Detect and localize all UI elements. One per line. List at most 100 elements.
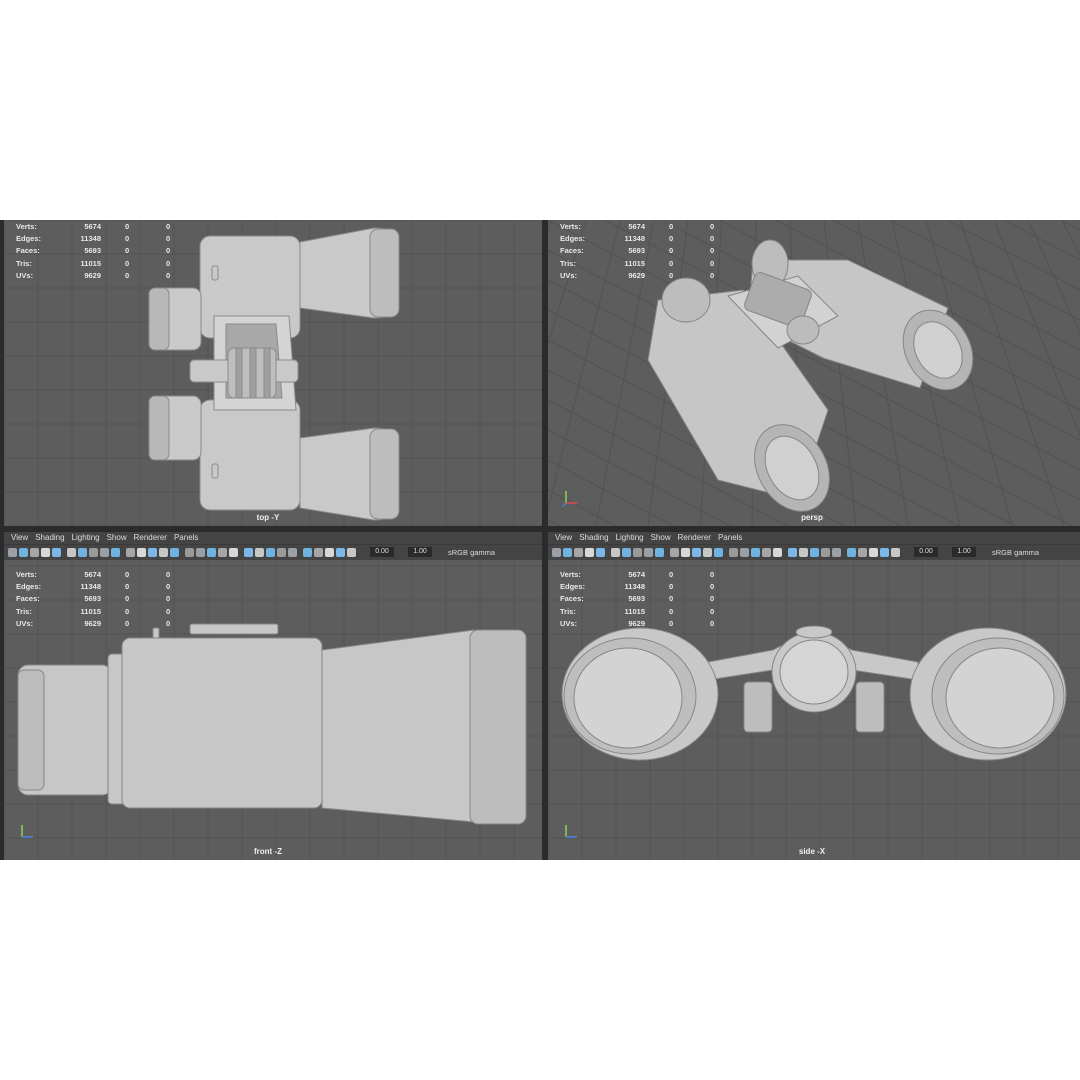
stat-row: Tris: 11015 0 0: [16, 259, 176, 271]
toolbar-tool-icon[interactable]: [314, 548, 323, 557]
stat-v3: 0: [166, 582, 171, 592]
stat-v2: 0: [125, 606, 130, 616]
toolbar-tool-icon[interactable]: [611, 548, 620, 557]
panel-menu-renderer[interactable]: Renderer: [678, 532, 711, 544]
stat-v3: 0: [710, 606, 715, 616]
toolbar-tool-icon[interactable]: [78, 548, 87, 557]
toolbar-tool-icon[interactable]: [41, 548, 50, 557]
panel-menu-lighting[interactable]: Lighting: [616, 532, 644, 544]
stat-v1: 9629: [84, 618, 101, 628]
toolbar-tool-icon[interactable]: [148, 548, 157, 557]
stat-v2: 0: [125, 594, 130, 604]
stat-v1: 5693: [84, 594, 101, 604]
panel-menu-panels[interactable]: Panels: [174, 532, 198, 544]
exposure-field[interactable]: 0.00: [370, 547, 394, 557]
toolbar-tool-icon[interactable]: [303, 548, 312, 557]
toolbar-tool-icon[interactable]: [574, 548, 583, 557]
toolbar-tool-icon[interactable]: [832, 548, 841, 557]
toolbar-tool-icon[interactable]: [137, 548, 146, 557]
toolbar-tool-icon[interactable]: [100, 548, 109, 557]
toolbar-tool-icon[interactable]: [19, 548, 28, 557]
toolbar-tool-icon[interactable]: [633, 548, 642, 557]
toolbar-tool-icon[interactable]: [788, 548, 797, 557]
viewport-persp[interactable]: Verts: 5674 0 0 Edges: 11348 0 0 Faces: 5693 0 0 Tri…: [548, 220, 1080, 526]
color-space-label[interactable]: sRGB gamma: [448, 547, 495, 558]
viewport-side[interactable]: View Shading Lighting Show Renderer Panels 0.…: [548, 532, 1080, 860]
toolbar-tool-icon[interactable]: [111, 548, 120, 557]
toolbar-tool-icon[interactable]: [89, 548, 98, 557]
toolbar-tool-icon[interactable]: [159, 548, 168, 557]
toolbar-tool-icon[interactable]: [681, 548, 690, 557]
toolbar-tool-icon[interactable]: [218, 548, 227, 557]
stat-label: Faces:: [560, 594, 584, 604]
toolbar-tool-icon[interactable]: [644, 548, 653, 557]
panel-menu-renderer[interactable]: Renderer: [134, 532, 167, 544]
panel-menu-view[interactable]: View: [555, 532, 572, 544]
toolbar-tool-icon[interactable]: [277, 548, 286, 557]
stat-v2: 0: [125, 618, 130, 628]
panel-menu-show[interactable]: Show: [107, 532, 127, 544]
toolbar-tool-icon[interactable]: [244, 548, 253, 557]
toolbar-tool-icon[interactable]: [751, 548, 760, 557]
stat-v3: 0: [710, 258, 715, 268]
toolbar-tool-icon[interactable]: [762, 548, 771, 557]
toolbar-tool-icon[interactable]: [670, 548, 679, 557]
panel-menu-shading[interactable]: Shading: [579, 532, 608, 544]
toolbar-tool-icon[interactable]: [325, 548, 334, 557]
toolbar-tool-icon[interactable]: [30, 548, 39, 557]
toolbar-tool-icon[interactable]: [655, 548, 664, 557]
viewport-label: top -Y: [256, 513, 280, 522]
toolbar-tool-icon[interactable]: [714, 548, 723, 557]
stat-label: Faces:: [16, 246, 40, 256]
toolbar-tool-icon[interactable]: [52, 548, 61, 557]
toolbar-tool-icon[interactable]: [336, 548, 345, 557]
gamma-field[interactable]: 1.00: [952, 547, 976, 557]
toolbar-tool-icon[interactable]: [552, 548, 561, 557]
toolbar-tool-icon[interactable]: [347, 548, 356, 557]
viewport-top[interactable]: Verts: 5674 0 0 Edges: 11348 0 0 Faces: 5693 0 0 Tri…: [4, 220, 542, 526]
stat-label: Tris:: [560, 258, 576, 268]
toolbar-tool-icon[interactable]: [266, 548, 275, 557]
toolbar-tool-icon[interactable]: [847, 548, 856, 557]
toolbar-tool-icon[interactable]: [255, 548, 264, 557]
panel-menu-lighting[interactable]: Lighting: [72, 532, 100, 544]
toolbar-tool-icon[interactable]: [170, 548, 179, 557]
viewport-front[interactable]: View Shading Lighting Show Renderer Panels 0.…: [4, 532, 542, 860]
toolbar-tool-icon[interactable]: [821, 548, 830, 557]
stat-label: Verts:: [16, 222, 37, 231]
gamma-field[interactable]: 1.00: [408, 547, 432, 557]
panel-menu-show[interactable]: Show: [651, 532, 671, 544]
stat-row: UVs: 9629 0 0: [16, 271, 176, 283]
toolbar-tool-icon[interactable]: [596, 548, 605, 557]
toolbar-tool-icon[interactable]: [810, 548, 819, 557]
toolbar-tool-icon[interactable]: [799, 548, 808, 557]
exposure-field[interactable]: 0.00: [914, 547, 938, 557]
toolbar-tool-icon[interactable]: [185, 548, 194, 557]
toolbar-tool-icon[interactable]: [869, 548, 878, 557]
panel-menu-panels[interactable]: Panels: [718, 532, 742, 544]
toolbar-tool-icon[interactable]: [288, 548, 297, 557]
toolbar-tool-icon[interactable]: [729, 548, 738, 557]
toolbar-tool-icon[interactable]: [229, 548, 238, 557]
stat-v1: 11015: [80, 258, 101, 268]
toolbar-tool-icon[interactable]: [8, 548, 17, 557]
toolbar-tool-icon[interactable]: [622, 548, 631, 557]
toolbar-tool-icon[interactable]: [891, 548, 900, 557]
color-space-label[interactable]: sRGB gamma: [992, 547, 1039, 558]
stat-v2: 0: [125, 234, 130, 244]
toolbar-tool-icon[interactable]: [692, 548, 701, 557]
toolbar-tool-icon[interactable]: [773, 548, 782, 557]
panel-menu-shading[interactable]: Shading: [35, 532, 64, 544]
toolbar-tool-icon[interactable]: [126, 548, 135, 557]
toolbar-tool-icon[interactable]: [703, 548, 712, 557]
toolbar-tool-icon[interactable]: [67, 548, 76, 557]
toolbar-tool-icon[interactable]: [880, 548, 889, 557]
toolbar-tool-icon[interactable]: [585, 548, 594, 557]
panel-menu-view[interactable]: View: [11, 532, 28, 544]
toolbar-tool-icon[interactable]: [207, 548, 216, 557]
toolbar-tool-icon[interactable]: [196, 548, 205, 557]
toolbar-tool-icon[interactable]: [740, 548, 749, 557]
stat-label: UVs:: [16, 618, 34, 628]
toolbar-tool-icon[interactable]: [858, 548, 867, 557]
toolbar-tool-icon[interactable]: [563, 548, 572, 557]
